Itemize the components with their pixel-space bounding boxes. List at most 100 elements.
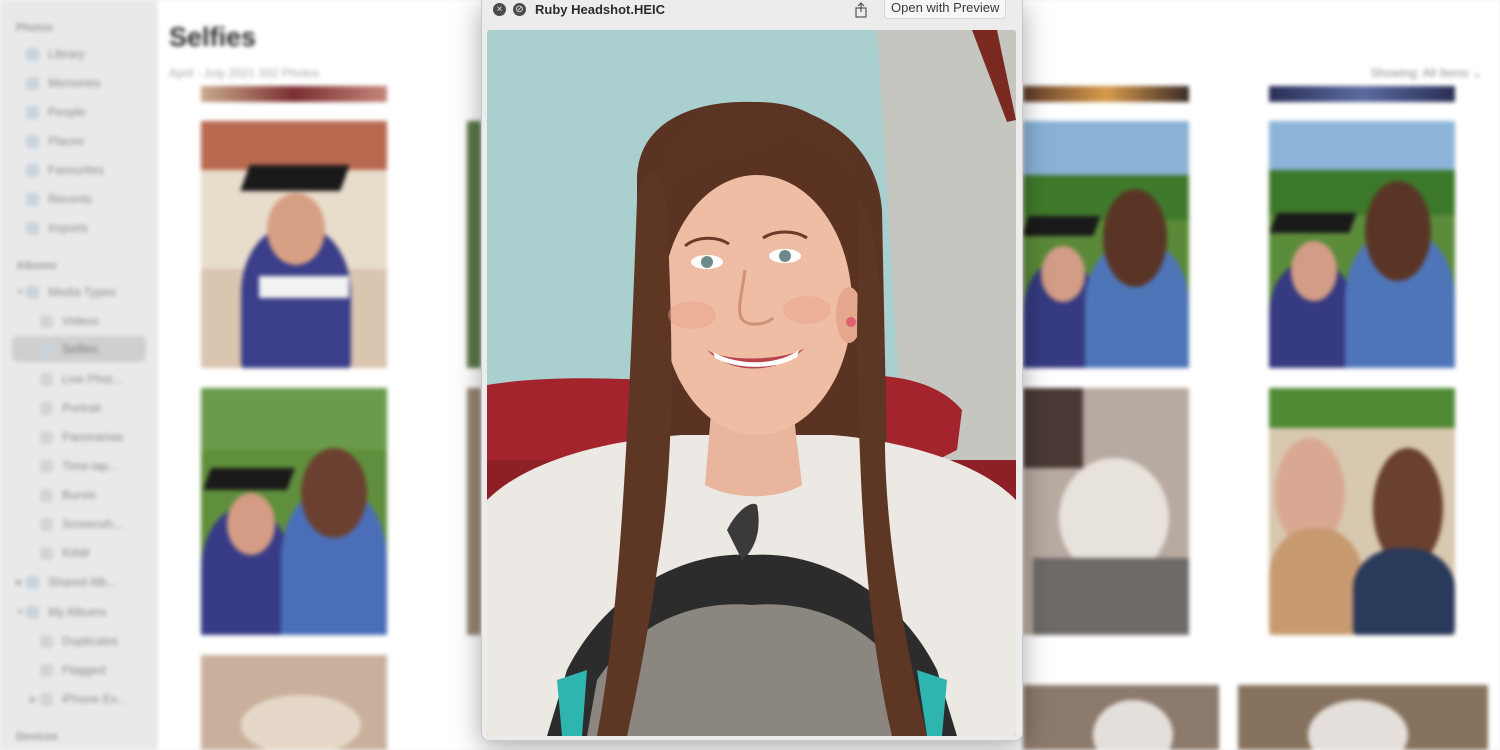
photo-thumbnail[interactable] <box>467 121 481 368</box>
sidebar-item-favourites[interactable]: Favourites <box>26 160 146 180</box>
preview-photo <box>487 30 1016 736</box>
photo-thumbnail[interactable] <box>201 121 387 368</box>
photo-thumbnail[interactable] <box>1023 121 1189 368</box>
sidebar-item-duplicates[interactable]: Duplicates <box>40 631 160 651</box>
disclosure-icon[interactable]: ▶ <box>30 694 37 705</box>
people-icon <box>26 105 39 119</box>
photo-thumbnail[interactable] <box>1238 685 1488 750</box>
disclosure-icon[interactable]: ▶ <box>16 577 23 588</box>
disclosure-icon[interactable]: ▼ <box>16 287 25 297</box>
sidebar-item-label: Memories <box>48 76 101 90</box>
sidebar-item-label: Places <box>48 134 85 148</box>
selfie-icon <box>40 342 53 356</box>
sidebar-item-screenshots[interactable]: Screensh... <box>40 514 160 534</box>
sidebar-item-shared-albums[interactable]: ▶ Shared Alb... <box>16 572 146 592</box>
panorama-icon <box>40 430 53 444</box>
sidebar-item-label: Screensh... <box>62 517 123 531</box>
video-icon <box>40 314 53 328</box>
sidebar-item-flagged[interactable]: Flagged <box>40 660 160 680</box>
shared-folder-icon <box>26 575 39 589</box>
sidebar-item-memories[interactable]: Memories <box>26 73 146 93</box>
sidebar-item-label: Videos <box>62 314 99 328</box>
album-subtitle: April - July 2021 332 Photos <box>169 66 320 80</box>
sidebar-item-media-types[interactable]: ▼ Media Types <box>16 282 146 302</box>
sidebar-item-label: Library <box>48 47 85 61</box>
clock-icon <box>26 192 39 206</box>
sidebar-item-my-albums[interactable]: ▼ My Albums <box>16 602 146 622</box>
sidebar-item-selfies[interactable]: Selfies <box>12 336 146 362</box>
sidebar-item-recents[interactable]: Recents <box>26 189 146 209</box>
folder-icon <box>26 605 39 619</box>
places-icon <box>26 134 39 148</box>
sidebar-item-label: Panoramas <box>62 430 124 444</box>
sidebar-item-label: Selfies <box>62 342 99 356</box>
album-icon <box>40 663 53 677</box>
sidebar-item-label: Imports <box>48 221 89 235</box>
photos-sidebar: Photos Library Memories People Places Fa… <box>0 0 157 750</box>
import-icon <box>26 221 39 235</box>
fullscreen-icon: ⊘ <box>515 4 524 15</box>
sidebar-item-videos[interactable]: Videos <box>40 311 160 331</box>
fullscreen-button[interactable]: ⊘ <box>513 3 526 16</box>
folder-icon <box>26 285 39 299</box>
screenshot-icon <box>40 517 53 531</box>
sidebar-item-iphone-events[interactable]: ▶ iPhone Ev... <box>30 689 160 709</box>
photo-thumbnail[interactable] <box>1269 121 1455 368</box>
open-with-preview-button[interactable]: Open with Preview <box>884 0 1007 19</box>
disclosure-icon[interactable]: ▼ <box>16 607 25 617</box>
sidebar-item-imports[interactable]: Imports <box>26 218 146 238</box>
sidebar-item-portrait[interactable]: Portrait <box>40 398 160 418</box>
memories-icon <box>26 76 39 90</box>
sidebar-item-label: Live Phot... <box>62 372 123 386</box>
sidebar-item-label: RAW <box>62 546 90 560</box>
sidebar-item-live-photos[interactable]: Live Phot... <box>40 369 160 389</box>
raw-icon <box>40 546 53 560</box>
sidebar-item-bursts[interactable]: Bursts <box>40 485 160 505</box>
sidebar-item-time-lapse[interactable]: Time-lap... <box>40 456 160 476</box>
sidebar-item-places[interactable]: Places <box>26 131 146 151</box>
burst-icon <box>40 488 53 502</box>
sidebar-item-label: Bursts <box>62 488 97 502</box>
sidebar-item-raw[interactable]: RAW <box>40 543 160 563</box>
sidebar-item-label: Time-lap... <box>62 459 119 473</box>
sidebar-item-label: Shared Alb... <box>48 575 117 589</box>
close-icon: × <box>496 4 503 15</box>
album-icon <box>40 634 53 648</box>
sidebar-section-photos: Photos <box>16 22 54 34</box>
quicklook-file-title: Ruby Headshot.HEIC <box>535 2 666 17</box>
photo-thumbnail[interactable] <box>1023 388 1189 635</box>
portrait-icon <box>40 401 53 415</box>
sidebar-item-label: Media Types <box>48 285 116 299</box>
close-button[interactable]: × <box>493 3 506 16</box>
photo-thumbnail[interactable] <box>1023 86 1189 102</box>
sidebar-item-label: Portrait <box>62 401 101 415</box>
photo-thumbnail[interactable] <box>1023 685 1219 750</box>
sidebar-item-label: Recents <box>48 192 93 206</box>
sidebar-item-label: My Albums <box>48 605 107 619</box>
photo-thumbnail[interactable] <box>201 655 387 750</box>
sidebar-section-devices: Devices <box>16 731 58 743</box>
photo-thumbnail[interactable] <box>201 86 387 102</box>
folder-icon <box>40 692 53 706</box>
share-icon[interactable] <box>852 1 870 19</box>
sidebar-item-label: People <box>48 105 86 119</box>
sidebar-item-label: Duplicates <box>62 634 119 648</box>
live-photo-icon <box>40 372 53 386</box>
photo-thumbnail[interactable] <box>1269 86 1455 102</box>
heart-icon <box>26 163 39 177</box>
sidebar-item-people[interactable]: People <box>26 102 146 122</box>
photo-thumbnail[interactable] <box>201 388 387 635</box>
showing-filter[interactable]: Showing: All Items ⌄ <box>1371 66 1482 80</box>
quicklook-window: × ⊘ Ruby Headshot.HEIC Open with Preview <box>481 0 1023 741</box>
quicklook-titlebar[interactable]: × ⊘ Ruby Headshot.HEIC Open with Preview <box>482 0 1022 22</box>
sidebar-item-label: Flagged <box>62 663 106 677</box>
time-lapse-icon <box>40 459 53 473</box>
sidebar-item-panoramas[interactable]: Panoramas <box>40 427 160 447</box>
photo-thumbnail[interactable] <box>467 388 481 635</box>
sidebar-section-albums: Albums <box>16 260 57 272</box>
album-title: Selfies <box>169 22 257 52</box>
sidebar-item-library[interactable]: Library <box>26 44 146 64</box>
photo-thumbnail[interactable] <box>1269 388 1455 635</box>
sidebar-item-label: Favourites <box>48 163 105 177</box>
sidebar-item-label: iPhone Ev... <box>62 692 126 706</box>
